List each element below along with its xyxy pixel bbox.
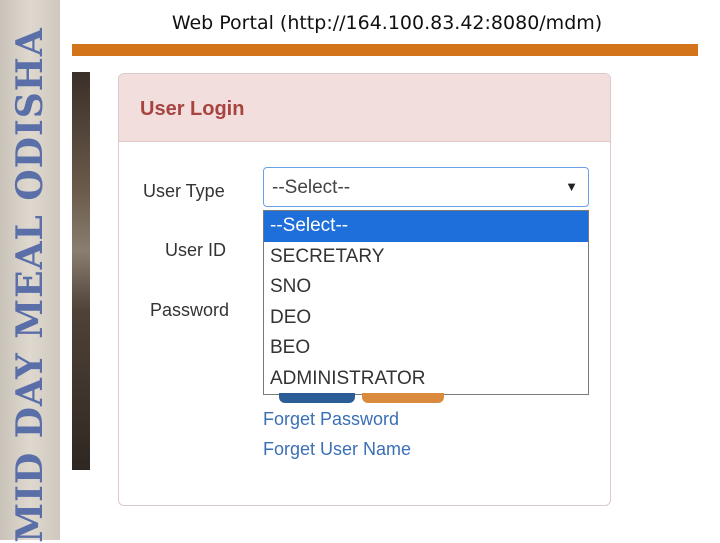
- dropdown-option[interactable]: DEO: [264, 303, 588, 334]
- user-type-select[interactable]: --Select-- ▼: [263, 167, 589, 207]
- login-panel: User Login User Type User ID Password --…: [118, 73, 611, 506]
- password-label: Password: [150, 300, 230, 320]
- user-type-select-value: --Select--: [272, 177, 351, 198]
- dropdown-option[interactable]: SECRETARY: [264, 242, 588, 273]
- reset-button[interactable]: [362, 393, 444, 403]
- dropdown-option[interactable]: SNO: [264, 272, 588, 303]
- dropdown-option[interactable]: BEO: [264, 333, 588, 364]
- side-banner-text: MID DAY MEAL ODISHA: [9, 27, 51, 543]
- dropdown-option[interactable]: --Select--: [264, 211, 588, 242]
- login-title: User Login: [140, 98, 245, 120]
- forgot-username-link[interactable]: Forget User Name: [263, 439, 411, 460]
- side-banner: MID DAY MEAL ODISHA: [0, 0, 60, 543]
- slide-title: Web Portal (http://164.100.83.42:8080/md…: [171, 12, 603, 34]
- forgot-password-link[interactable]: Forget Password: [263, 409, 399, 430]
- login-button[interactable]: [279, 393, 355, 403]
- caret-down-icon: ▼: [565, 179, 578, 194]
- dropdown-option[interactable]: ADMINISTRATOR: [264, 364, 588, 395]
- title-divider: [72, 44, 698, 56]
- user-type-label: User Type: [143, 181, 225, 201]
- user-id-label: User ID: [165, 240, 227, 260]
- user-type-dropdown-list: --Select-- SECRETARY SNO DEO BEO ADMINISTRATO…: [263, 210, 589, 395]
- background-photo: [72, 72, 90, 470]
